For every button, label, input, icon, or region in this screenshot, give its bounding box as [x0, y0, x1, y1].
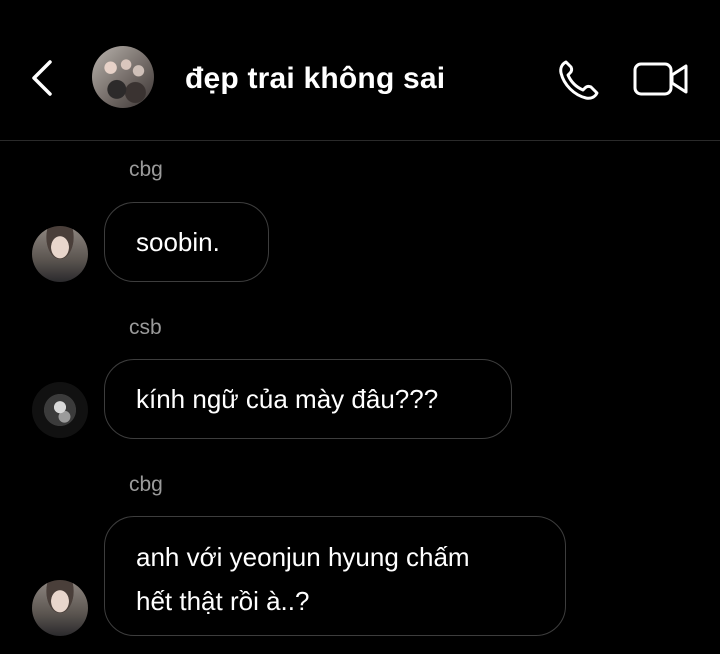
group-avatar[interactable] — [92, 46, 154, 108]
message-bubble[interactable]: soobin. — [104, 202, 269, 282]
video-camera-icon — [633, 62, 688, 96]
sender-name: cbg — [129, 473, 163, 496]
message-text: anh với yeonjun hyung chấm — [136, 542, 470, 572]
chat-title[interactable]: đẹp trai không sai — [185, 62, 445, 96]
avatar[interactable] — [32, 580, 88, 636]
back-button[interactable] — [24, 56, 64, 100]
avatar[interactable] — [32, 382, 88, 438]
message-text: soobin. — [136, 227, 220, 257]
video-call-button[interactable] — [632, 58, 690, 100]
sender-name: csb — [129, 316, 162, 339]
message-text: kính ngữ của mày đâu??? — [136, 384, 439, 414]
chevron-left-icon — [32, 60, 52, 96]
sender-name: cbg — [129, 158, 163, 181]
call-button[interactable] — [556, 58, 602, 102]
phone-icon — [559, 60, 599, 100]
message-bubble[interactable]: anh với yeonjun hyung chấm hết thật rồi … — [104, 516, 566, 636]
message-bubble[interactable]: kính ngữ của mày đâu??? — [104, 359, 512, 439]
chat-header: đẹp trai không sai — [0, 0, 720, 140]
avatar[interactable] — [32, 226, 88, 282]
header-divider — [0, 140, 720, 141]
message-text: hết thật rồi à..? — [136, 586, 310, 616]
